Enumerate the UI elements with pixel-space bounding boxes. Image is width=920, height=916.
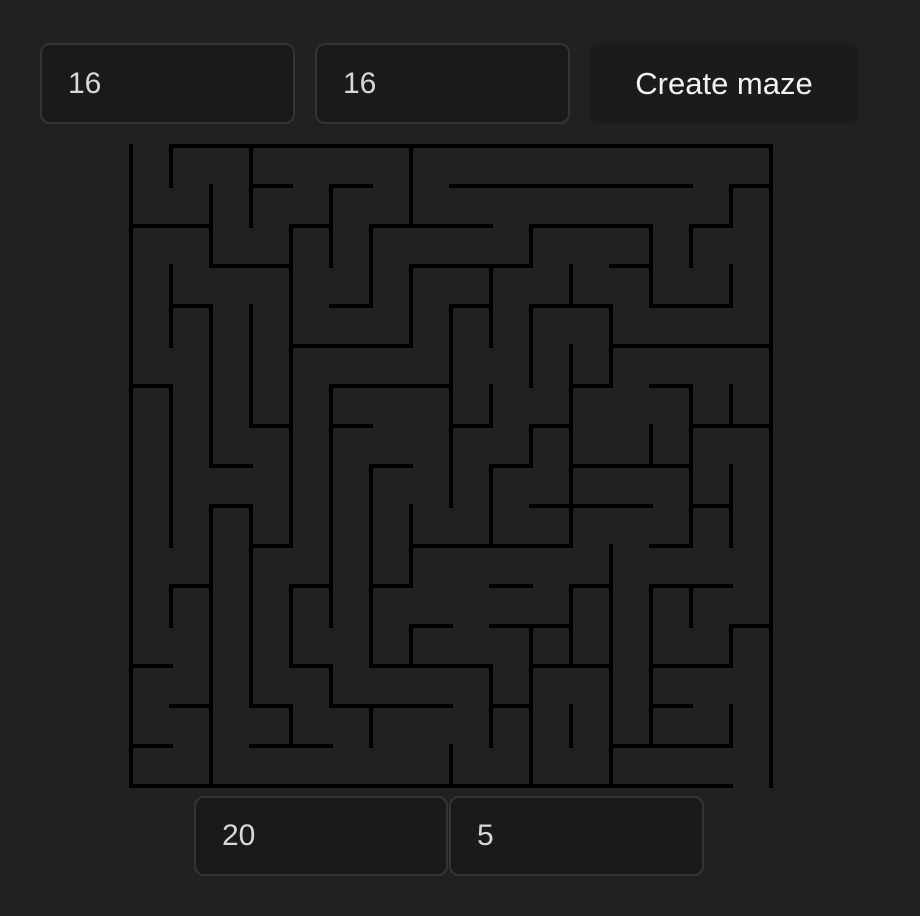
maze-walls — [129, 144, 773, 788]
cell-size-input[interactable] — [194, 796, 448, 876]
maze-canvas — [129, 144, 773, 788]
wall-width-input[interactable] — [449, 796, 704, 876]
